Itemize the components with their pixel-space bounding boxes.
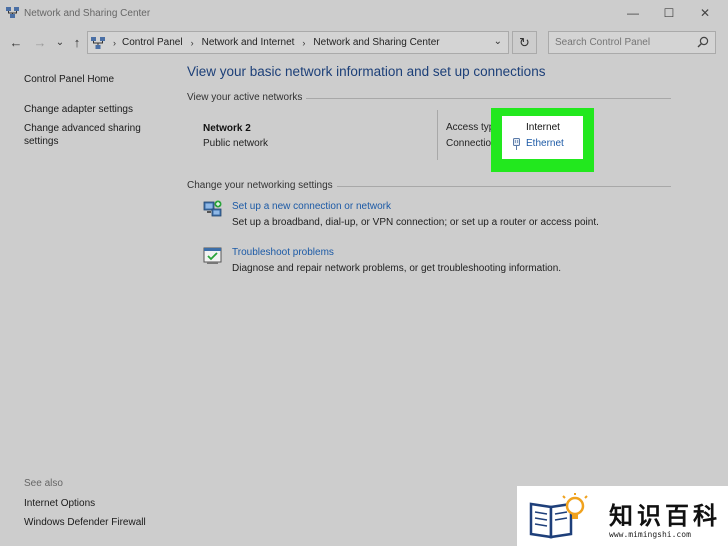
book-lightbulb-logo-icon: [529, 493, 588, 539]
network-name: Network 2: [203, 123, 251, 134]
change-advanced-sharing-link[interactable]: Change advanced sharing settings: [24, 122, 141, 148]
change-settings-heading: Change your networking settings: [187, 180, 337, 191]
back-button[interactable]: ←: [8, 34, 24, 50]
advanced-sharing-line1: Change advanced sharing: [24, 123, 141, 134]
network-info-divider: [437, 110, 438, 160]
network-location-icon: [91, 36, 105, 49]
ethernet-icon: [513, 138, 520, 150]
page-title: View your basic network information and …: [187, 64, 546, 79]
forward-button[interactable]: →: [32, 34, 48, 50]
watermark-url: www.mimingshi.com: [609, 530, 691, 539]
advanced-sharing-line2: settings: [24, 136, 59, 147]
control-panel-home-link[interactable]: Control Panel Home: [24, 73, 114, 86]
recent-locations-button[interactable]: ⌄: [52, 34, 68, 50]
maximize-button[interactable]: ☐: [652, 0, 686, 26]
setup-new-connection-description: Set up a broadband, dial-up, or VPN conn…: [232, 217, 599, 228]
close-button[interactable]: ✕: [688, 0, 722, 26]
title-bar: Network and Sharing Center — ☐ ✕: [0, 0, 728, 28]
watermark: 知识百科 www.mimingshi.com: [517, 486, 728, 546]
network-type: Public network: [203, 138, 269, 149]
setup-new-connection-link[interactable]: Set up a new connection or network: [232, 201, 391, 212]
breadcrumb-network-and-sharing-center[interactable]: Network and Sharing Center: [313, 37, 439, 48]
search-box[interactable]: [548, 31, 716, 54]
watermark-text: 知识百科: [609, 502, 721, 530]
breadcrumb-separator: ›: [113, 37, 116, 48]
troubleshoot-problems-description: Diagnose and repair network problems, or…: [232, 263, 562, 274]
see-also-heading: See also: [24, 478, 63, 489]
minimize-button[interactable]: —: [616, 0, 650, 26]
windows-defender-firewall-link[interactable]: Windows Defender Firewall: [24, 516, 146, 529]
internet-options-link[interactable]: Internet Options: [24, 497, 95, 510]
new-connection-icon: [203, 200, 222, 217]
change-adapter-settings-link[interactable]: Change adapter settings: [24, 103, 133, 116]
address-dropdown-button[interactable]: ⌄: [494, 36, 502, 47]
window-title: Network and Sharing Center: [24, 8, 151, 19]
active-networks-heading: View your active networks: [187, 92, 307, 103]
breadcrumb-separator: ›: [190, 37, 194, 48]
ethernet-connection-link[interactable]: Ethernet: [526, 138, 564, 149]
troubleshoot-icon: [203, 247, 222, 264]
search-icon[interactable]: [697, 36, 709, 48]
address-bar[interactable]: › Control Panel › Network and Internet ›…: [87, 31, 509, 54]
network-app-icon: [6, 7, 19, 18]
breadcrumb-network-and-internet[interactable]: Network and Internet: [202, 37, 295, 48]
up-button[interactable]: ↑: [69, 34, 85, 50]
breadcrumb-control-panel[interactable]: Control Panel: [122, 37, 183, 48]
troubleshoot-problems-link[interactable]: Troubleshoot problems: [232, 247, 334, 258]
refresh-button[interactable]: ↻: [512, 31, 537, 54]
breadcrumb-separator: ›: [302, 37, 306, 48]
access-type-value: Internet: [526, 122, 560, 133]
search-input[interactable]: [549, 32, 689, 53]
